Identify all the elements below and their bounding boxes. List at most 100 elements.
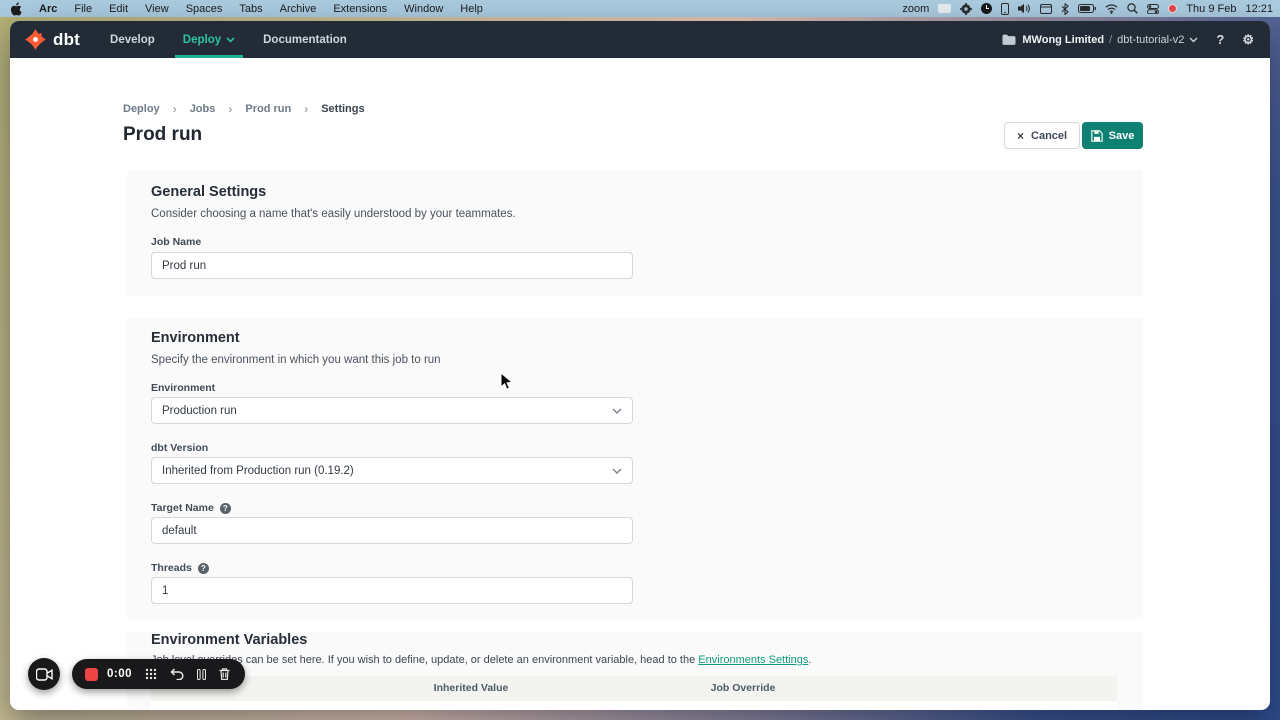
apple-icon[interactable] [10,2,22,16]
threads-label: Threads ? [151,562,209,574]
breadcrumb-prod-run[interactable]: Prod run [245,103,291,115]
breadcrumb-separator: › [304,102,308,116]
help-icon[interactable]: ? [1216,32,1224,47]
menubar-item-archive[interactable]: Archive [280,3,317,15]
cancel-label: Cancel [1031,130,1067,142]
breadcrumb-settings: Settings [321,103,364,115]
environment-variables-description: Job level overrides can be set here. If … [151,654,811,666]
menubar-item-extensions[interactable]: Extensions [333,3,387,15]
menubar-date[interactable]: Thu 9 Feb [1186,3,1236,15]
threads-input[interactable]: 1 [151,577,633,604]
zoom-menubar-label[interactable]: zoom [902,3,929,15]
breadcrumb-deploy[interactable]: Deploy [123,103,160,115]
environment-select[interactable]: Production run [151,397,633,424]
device-icon[interactable] [1001,3,1009,15]
window-switcher-icon[interactable] [1040,4,1052,14]
recording-toolbar: 0:00 [72,659,245,689]
dbt-logo[interactable]: dbt [24,28,80,51]
general-settings-title: General Settings [151,184,266,200]
environment-variables-section: Environment Variables Job level override… [127,632,1143,710]
drawing-tools-icon[interactable] [145,668,157,680]
account-name: MWong Limited [1022,34,1104,46]
project-name: dbt-tutorial-v2 [1117,34,1184,46]
menubar-item-spaces[interactable]: Spaces [186,3,223,15]
menubar-item-view[interactable]: View [145,3,169,15]
bluetooth-icon[interactable] [1061,3,1069,15]
account-separator: / [1109,34,1112,46]
save-disk-icon [1091,130,1103,142]
restart-recording-icon[interactable] [170,668,184,680]
menubar-item-help[interactable]: Help [460,3,483,15]
control-center-icon[interactable] [1147,4,1159,14]
breadcrumb-separator: › [228,102,232,116]
pause-recording-icon[interactable] [197,669,206,680]
column-job-override: Job Override [711,682,776,694]
target-name-input[interactable]: default [151,517,633,544]
battery-icon[interactable] [1078,4,1096,13]
general-settings-subtitle: Consider choosing a name that's easily u… [151,208,516,220]
chevron-down-icon [226,37,235,43]
nav-documentation-label: Documentation [263,34,347,46]
wifi-icon[interactable] [1105,4,1118,14]
target-name-value: default [162,525,197,537]
dbt-version-select[interactable]: Inherited from Production run (0.19.2) [151,457,633,484]
spotlight-search-icon[interactable] [1127,3,1138,14]
close-icon: × [1017,129,1024,143]
dbt-brand-text: dbt [53,30,80,50]
breadcrumb-separator: › [173,102,177,116]
threads-value: 1 [162,585,168,597]
gear-menubar-icon[interactable] [960,3,972,15]
account-project-switcher[interactable]: MWong Limited / dbt-tutorial-v2 [1002,34,1198,46]
dbt-version-value: Inherited from Production run (0.19.2) [162,465,354,477]
folder-icon [1002,34,1016,45]
env-vars-table-row [151,701,1117,710]
menubar-item-tabs[interactable]: Tabs [239,3,262,15]
stop-recording-button[interactable] [85,668,98,681]
nav-develop[interactable]: Develop [110,21,155,58]
job-name-input[interactable]: Prod run [151,252,633,279]
column-inherited-value: Inherited Value [434,682,509,694]
dbt-version-label: dbt Version [151,442,208,454]
recording-indicator-icon[interactable] [1168,4,1177,13]
menubar-item-window[interactable]: Window [404,3,443,15]
env-vars-desc-post: . [808,654,811,666]
target-name-label-text: Target Name [151,502,214,514]
menubar-item-file[interactable]: File [74,3,92,15]
volume-icon[interactable] [1018,3,1031,14]
save-label: Save [1109,130,1135,142]
video-camera-icon [36,668,53,681]
nav-develop-label: Develop [110,34,155,46]
mouse-cursor [500,372,513,396]
screen-mirroring-icon[interactable] [938,4,951,14]
environment-section: Environment Specify the environment in w… [127,318,1143,620]
cancel-button[interactable]: × Cancel [1004,122,1080,149]
breadcrumb-jobs[interactable]: Jobs [190,103,216,115]
chevron-down-icon [1189,37,1198,43]
environments-settings-link[interactable]: Environments Settings [698,654,808,666]
page-title: Prod run [123,124,202,146]
camera-bubble-button[interactable] [28,658,60,690]
menubar-time[interactable]: 12:21 [1245,3,1273,15]
menubar-item-edit[interactable]: Edit [109,3,128,15]
delete-recording-icon[interactable] [219,668,230,680]
dbt-top-nav: dbt Develop Deploy Documentation MWong L… [10,21,1270,58]
environment-field-label: Environment [151,382,215,394]
nav-deploy-label: Deploy [183,34,221,46]
help-circle-icon[interactable]: ? [198,563,209,574]
environment-subtitle: Specify the environment in which you wan… [151,354,441,366]
clock-app-icon[interactable] [981,3,992,14]
environment-select-value: Production run [162,405,237,417]
target-name-label: Target Name ? [151,502,231,514]
env-vars-table-header: Inherited Value Job Override [151,676,1117,701]
nav-documentation[interactable]: Documentation [263,21,347,58]
recording-timer: 0:00 [107,668,132,680]
dbt-logo-icon [24,28,47,51]
nav-deploy[interactable]: Deploy [183,21,235,58]
menubar-app-name[interactable]: Arc [39,3,57,15]
help-circle-icon[interactable]: ? [220,503,231,514]
save-button[interactable]: Save [1082,122,1143,149]
settings-gear-icon[interactable]: ⚙ [1242,32,1254,48]
macos-menubar: Arc File Edit View Spaces Tabs Archive E… [0,0,1280,17]
chevron-down-icon [612,468,622,474]
job-name-value: Prod run [162,260,206,272]
